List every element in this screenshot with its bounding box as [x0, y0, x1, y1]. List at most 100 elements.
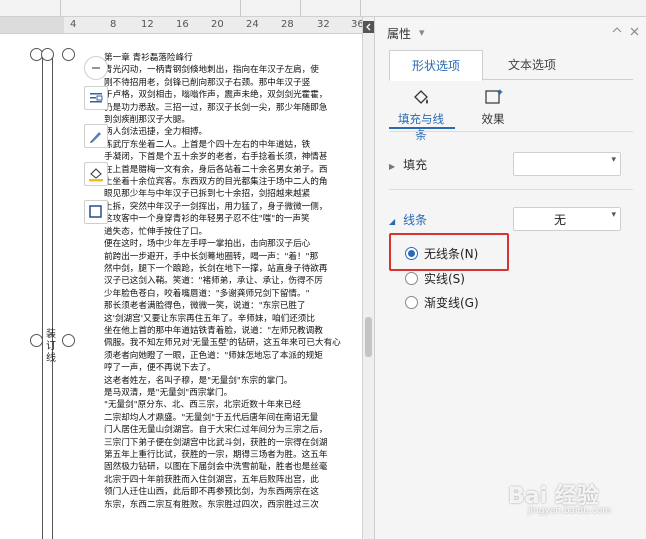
text-line: 佩服。我不知左师兄对'无量玉壁'的钻研，这五年来可已大有心 [104, 338, 341, 349]
text-line: 门人居住无量山剑湖宫。自于大宋仁过年间分为三宗之后， [104, 425, 328, 436]
active-subtab-indicator [389, 127, 455, 129]
text-line: 第一章 青衫磊落险峰行 [104, 53, 193, 63]
horizontal-ruler: 4 8 12 16 20 24 28 32 36 [0, 17, 364, 34]
minus-icon [92, 67, 100, 69]
ruler-tick: 20 [211, 19, 224, 30]
text-line: 须老者向她瞪了一眼，正色道："师妹怎地忘了本派的规矩 [104, 350, 323, 361]
line-label: 线条 [403, 213, 428, 227]
text-line: 前跨出一步避开，手中长剑蓦地圈转，喝一声："着！"那 [104, 251, 319, 262]
text-line: 哼了一声，便不再说下去了。 [104, 363, 216, 374]
line-dropdown[interactable]: 无 ▾ [513, 207, 621, 231]
gutter-label: 装 订 线 [46, 329, 56, 364]
text-line: 坐在他上首的那中年道姑铁青着脸，说道："左师兄教调教 [104, 325, 323, 336]
ruler-tick: 4 [70, 19, 77, 30]
ruler-tick: 24 [246, 19, 259, 30]
text-line: 领门人迁住山西，此后即不再参预比剑，为东西两宗在这 [104, 487, 319, 498]
text-line: 三宗门下弟子便在剑湖宫中比武斗剑，获胜的一宗得在剑湖 [104, 437, 328, 448]
radio-label: 实线(S) [424, 271, 465, 286]
resize-handle[interactable] [30, 334, 43, 347]
line-dropdown-value: 无 [553, 213, 566, 227]
text-line: 仍是功力悉敌。三招一过，那汉子长剑一尖，那少年随即急 [104, 102, 328, 113]
document-page[interactable]: 装 订 线 第一章 青衫磊落险峰行 青光闪动，一柄青钢剑倏地刺出，指向在年汉子左… [0, 34, 362, 539]
text-line: 这攻客中一个身穿青衫的年轻男子忍不住"嗤"的一声笑 [104, 214, 310, 225]
text-line: 二宗却均人才鼎盛。"无量剑"于五代后唐年间在南诏无量 [104, 412, 319, 423]
collapse-icon[interactable] [611, 26, 623, 41]
resize-handle[interactable] [62, 334, 75, 347]
effects-icon [485, 89, 503, 104]
text-line: 刚不待招用老，剑锋已削向那汉子右颈。那中年汉子竖 [104, 77, 311, 88]
text-line: "无量剑"原分东、北、西三宗，北宗近数十年来已经 [104, 400, 301, 411]
divider [389, 189, 633, 190]
text-line: 上坐着十余位宾客。东西双方的目光都集注于场中二人的角 [104, 177, 328, 188]
tab-text-options[interactable]: 文本选项 [481, 50, 583, 79]
radio-solid-line[interactable]: 实线(S) [405, 269, 465, 287]
watermark-url: jingyan.baidu.com [528, 506, 612, 516]
text-line: 固然极力钻研，以图在下届剑会中洗雪前耻，胜者也是丝毫 [104, 462, 328, 473]
text-line: 然中剑，腿下一个踉跄，长剑在地下一撑，站直身子待欲再 [104, 263, 328, 274]
ruler-tick: 32 [317, 19, 330, 30]
dropdown-arrow-icon[interactable]: ▾ [419, 26, 425, 39]
text-line: 是马双清，是"无量剑"西宗掌门。 [104, 387, 233, 398]
shape-fill-button[interactable] [84, 162, 108, 186]
text-line: 在上首是腊梅一文有余，身后各站着二十余名男女弟子。西 [104, 164, 328, 175]
ruler-tick: 12 [141, 19, 154, 30]
text-line: 两人剑法迅捷，全力相搏。 [104, 127, 208, 138]
tab-shape-options[interactable]: 形状选项 [389, 50, 483, 81]
collapse-minitoolbar-button[interactable] [84, 56, 108, 80]
text-line: 道失态，忙伸手按住了口。 [104, 226, 208, 237]
text-line: 眼见那少年与中年汉子已拆到七十余招，剑招越来越紧 [104, 189, 311, 200]
properties-panel: 属性 ▾ 形状选项 文本选项 填充与线条 效果 ▶ 填充 ▾ ◢ 线条 无 ▾ … [374, 17, 646, 539]
shape-style-button[interactable] [84, 200, 108, 224]
panel-title: 属性 [387, 27, 412, 41]
fill-bucket-icon [414, 90, 428, 104]
gutter-line-right [52, 54, 53, 539]
text-line: 练武厅东坐着二人。上首是个四十左右的中年道姑，铁 [104, 139, 311, 150]
text-line: 到剑疾削那汉子大腿。 [104, 115, 190, 126]
ruler-tick: 28 [281, 19, 294, 30]
resize-handle[interactable] [62, 48, 75, 61]
text-line: 这'剑湖宫'又要让东宗再住五年了。辛师妹，咱们还须比 [104, 313, 315, 324]
text-line: 于卢格，双剑相击，嗡嗡作声，震声未绝，双剑剑光霍霍， [104, 90, 328, 101]
text-line: 手凝闭，下首是个五十余岁的老者，右手捻着长须，神情甚 [104, 152, 328, 163]
text-line: 汉子已这剑入鞘。笑道："褚师弟，承让、承让，伤得不厉 [104, 276, 323, 287]
text-wrap-icon [90, 93, 103, 103]
subtab-effects[interactable]: 效果 [465, 87, 521, 127]
resize-handle[interactable] [41, 48, 54, 61]
annotation-highlight-box [389, 233, 509, 271]
line-section-header[interactable]: ◢ 线条 [389, 211, 427, 228]
paint-bucket-icon [89, 168, 103, 182]
collapse-panel-arrow-icon[interactable] [363, 18, 374, 33]
text-line: 第五年上重行比试，获胜的一宗，期得三场者为胜。这五年 [104, 450, 328, 460]
text-line: 这老者姓左，名叫子穆，是"无量剑"东宗的掌门。 [104, 375, 293, 386]
text-line: 便在这时，场中少年左手呼一掌拍出，击向那汉子后心 [104, 239, 311, 250]
pen-icon [90, 132, 101, 143]
radio-button[interactable] [405, 271, 418, 285]
chevron-down-icon: ▾ [611, 155, 616, 165]
layout-options-button[interactable] [84, 86, 108, 110]
radio-button[interactable] [405, 295, 418, 309]
subtab-fill-and-line[interactable]: 填充与线条 [393, 87, 449, 143]
text-line: 青光闪动，一柄青钢剑倏地刺出，指向在年汉子左肩，使 [104, 65, 319, 76]
close-icon[interactable] [629, 26, 640, 40]
scrollbar-thumb[interactable] [365, 317, 372, 357]
fill-label: 填充 [403, 158, 428, 172]
radio-gradient-line[interactable]: 渐变线(G) [405, 293, 479, 311]
subtab-label: 效果 [481, 112, 505, 126]
text-line: 东宗，东西二宗互有胜败。东宗胜过四次，西宗胜过三次 [104, 499, 319, 510]
expand-arrow-icon: ▶ [389, 162, 396, 171]
chevron-down-icon: ▾ [611, 210, 616, 220]
text-line: 上拆，突然中年汉子一剑挥出，用力猛了，身子微微一侧， [104, 201, 328, 212]
collapse-arrow-icon: ◢ [389, 217, 396, 226]
rectangle-icon [89, 205, 102, 218]
shape-outline-button[interactable] [84, 124, 108, 148]
document-text[interactable]: 第一章 青衫磊落险峰行 青光闪动，一柄青钢剑倏地刺出，指向在年汉子左肩，使 刚不… [104, 52, 360, 511]
ruler-tick: 8 [110, 19, 117, 30]
fill-dropdown[interactable]: ▾ [513, 152, 621, 176]
text-line: 那长须老者满脸得色，微微一笑，说道："东宗已胜了 [104, 301, 306, 312]
ruler-tick: 16 [176, 19, 189, 30]
text-line: 北宗于四十年前获胜而入住剑湖宫，五年后败阵出宫，此 [104, 474, 319, 485]
divider [389, 131, 633, 132]
gutter-line-left [42, 54, 43, 539]
radio-label: 渐变线(G) [424, 295, 479, 310]
fill-section-header[interactable]: ▶ 填充 [389, 156, 427, 173]
